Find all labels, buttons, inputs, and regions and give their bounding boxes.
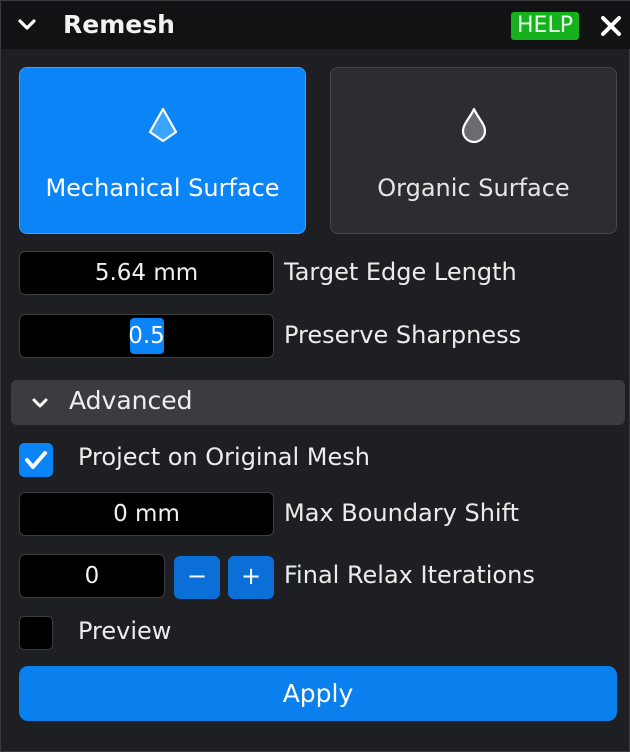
apply-button[interactable]: Apply [19, 666, 617, 721]
drop-round-icon [461, 107, 486, 144]
max-boundary-shift-input[interactable]: 0 mm [19, 492, 274, 536]
close-icon[interactable] [598, 13, 624, 39]
advanced-section-title: Advanced [69, 386, 193, 415]
max-boundary-shift-label: Max Boundary Shift [284, 499, 520, 527]
preserve-sharpness-value: 0.5 [128, 323, 165, 349]
target-edge-length-label: Target Edge Length [284, 258, 517, 286]
decrement-button[interactable]: − [174, 556, 220, 599]
remesh-panel: Remesh HELP Mechanical Surface Organic S… [0, 0, 630, 752]
panel-title: Remesh [63, 10, 175, 39]
chevron-down-icon[interactable] [15, 13, 39, 37]
preview-label: Preview [78, 617, 172, 645]
title-bar: Remesh HELP [1, 1, 630, 49]
preserve-sharpness-label: Preserve Sharpness [284, 321, 522, 349]
project-on-original-mesh-label: Project on Original Mesh [78, 443, 370, 471]
organic-surface-label: Organic Surface [377, 174, 570, 202]
project-on-original-mesh-checkbox[interactable] [19, 443, 53, 477]
advanced-section-header[interactable]: Advanced [11, 380, 625, 425]
final-relax-iterations-label: Final Relax Iterations [284, 561, 535, 589]
mechanical-surface-button[interactable]: Mechanical Surface [19, 67, 306, 234]
checkmark-icon [25, 451, 47, 469]
target-edge-length-input[interactable]: 5.64 mm [19, 251, 274, 295]
organic-surface-button[interactable]: Organic Surface [330, 67, 617, 234]
drop-angular-icon [148, 107, 177, 143]
preserve-sharpness-slider[interactable]: 0.5 [19, 314, 274, 358]
preview-checkbox[interactable] [19, 616, 53, 650]
mechanical-surface-label: Mechanical Surface [45, 174, 280, 202]
chevron-down-icon [32, 398, 48, 408]
increment-button[interactable]: + [228, 556, 274, 599]
final-relax-iterations-input[interactable]: 0 [19, 554, 165, 598]
help-button[interactable]: HELP [511, 12, 579, 40]
